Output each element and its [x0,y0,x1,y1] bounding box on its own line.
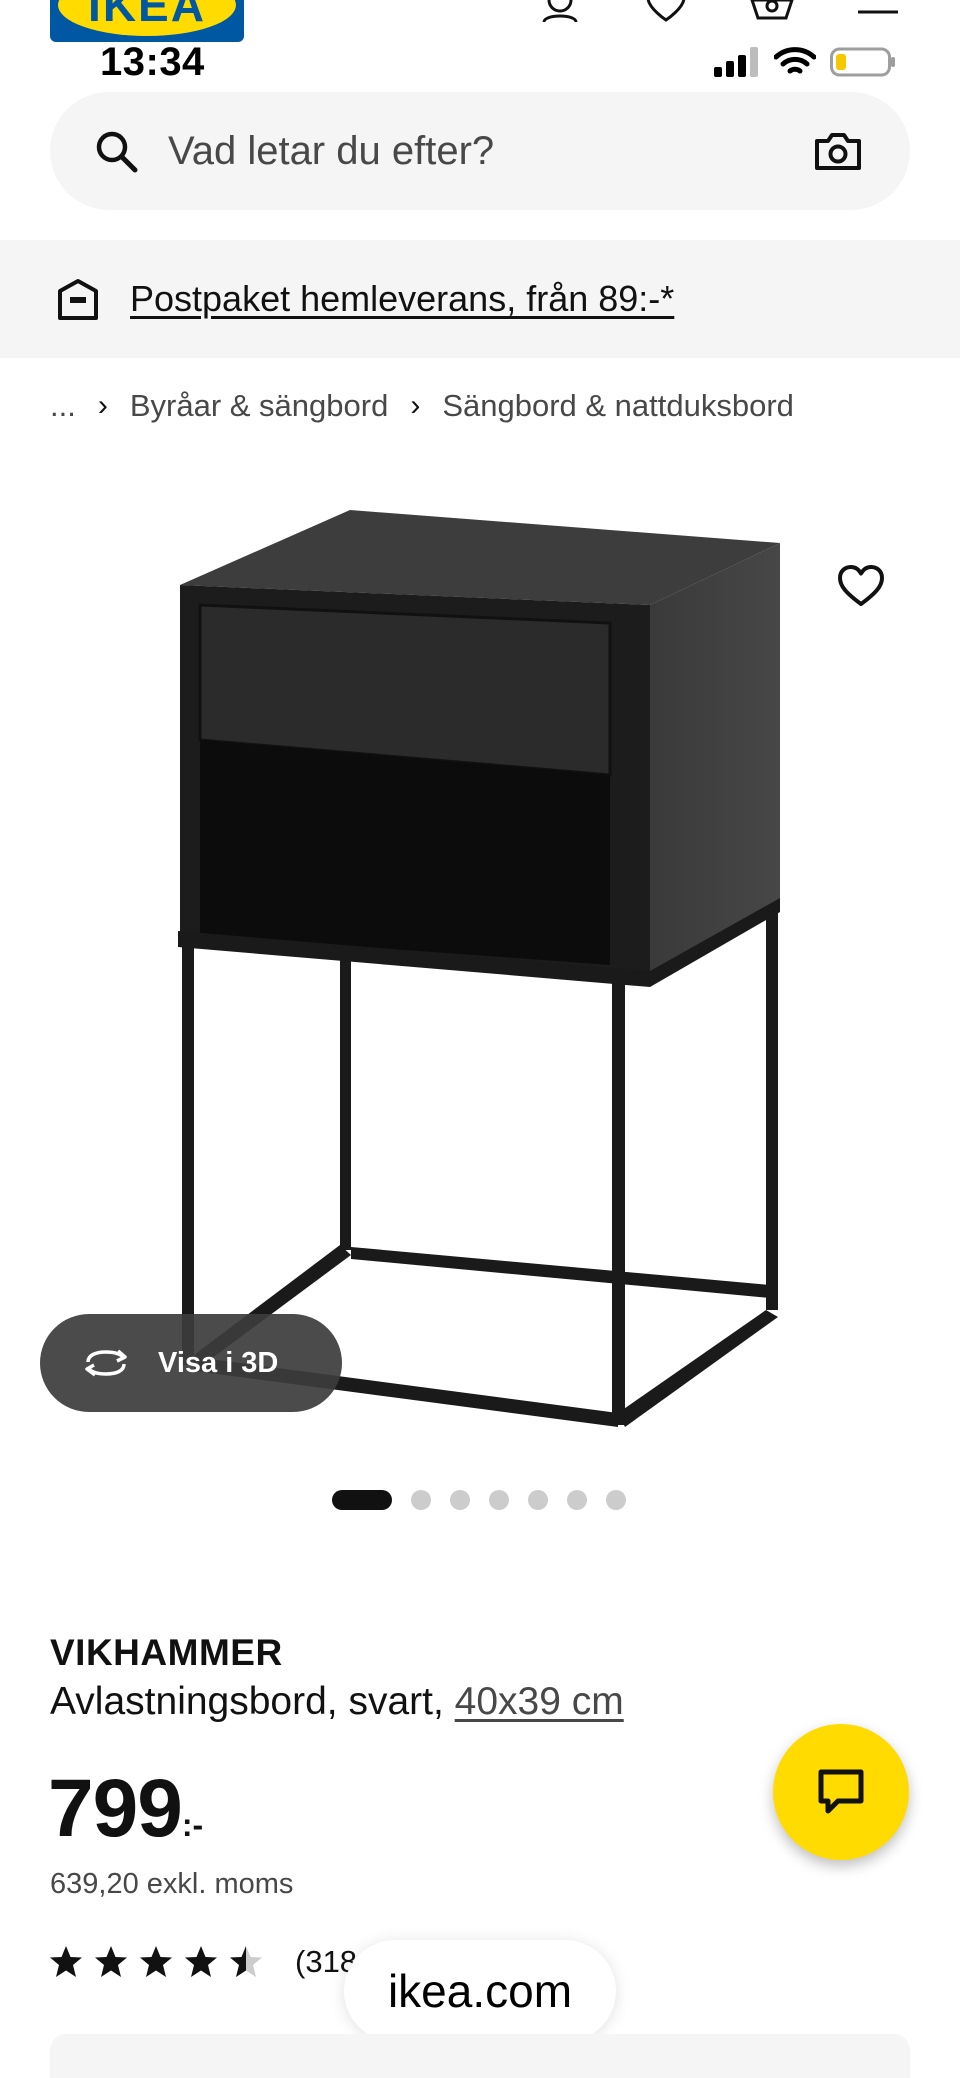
chat-button[interactable] [773,1724,909,1860]
chevron-right-icon: › [410,389,421,422]
product-description: Avlastningsbord, svart, 40x39 cm [50,1680,624,1724]
product-size-link[interactable]: 40x39 cm [455,1680,624,1723]
star-icon [140,1946,172,1977]
status-time: 13:34 [100,40,205,84]
star-icon [185,1946,217,1977]
search-bar[interactable] [50,92,910,210]
battery-icon [830,47,895,77]
person-icon[interactable] [538,0,582,22]
header-icons [538,0,900,22]
carousel-dot-2[interactable] [411,1490,431,1510]
delivery-banner[interactable]: Postpaket hemleverans, från 89:-* [0,240,960,358]
price-suffix: :- [181,1807,204,1843]
wifi-icon [774,47,816,74]
product-name: VIKHAMMER [50,1632,283,1673]
price-integer: 799 [48,1763,183,1854]
breadcrumb-ellipsis[interactable]: ... [50,388,76,424]
menu-icon[interactable] [856,0,900,22]
chevron-right-icon: › [97,389,108,422]
heart-icon[interactable] [644,0,688,22]
product-rating[interactable]: (318 [48,1944,357,1980]
carousel-dot-7[interactable] [606,1490,626,1510]
search-input[interactable] [168,128,814,174]
star-icon [50,1946,82,1977]
cellular-signal-icon [714,47,758,77]
carousel-dot-4[interactable] [489,1490,509,1510]
delivery-box-icon [58,279,98,320]
basket-icon[interactable] [750,0,794,22]
carousel-dot-3[interactable] [450,1490,470,1510]
rotate-3d-icon [85,1349,127,1377]
logo-text: IKEA [88,0,206,31]
browser-url-pill[interactable]: ikea.com [344,1940,616,2042]
view-3d-label: Visa i 3D [158,1346,279,1379]
breadcrumb: ... › Byråar & sängbord › Sängbord & nat… [50,388,794,424]
chat-bubble-icon [818,1769,864,1814]
carousel-dot-5[interactable] [528,1490,548,1510]
product-type: Avlastningsbord, svart, [50,1680,444,1723]
delivery-banner-link[interactable]: Postpaket hemleverans, från 89:-* [130,278,674,320]
breadcrumb-item-nightstands[interactable]: Sängbord & nattduksbord [442,388,794,424]
star-icon [95,1946,127,1977]
ikea-logo[interactable]: IKEA [50,0,244,42]
price-excl-vat: 639,20 exkl. moms [50,1868,294,1900]
bottom-card [50,2034,910,2078]
half-star-icon [230,1946,262,1977]
status-indicators [714,46,896,78]
carousel-dot-6[interactable] [567,1490,587,1510]
image-carousel-indicators [332,1490,626,1510]
breadcrumb-item-dressers[interactable]: Byråar & sängbord [130,388,388,424]
search-icon [96,131,138,173]
favorite-heart-icon[interactable] [836,562,886,612]
product-price: 799:- [48,1762,203,1856]
view-3d-button[interactable]: Visa i 3D [40,1314,342,1412]
carousel-dot-1[interactable] [332,1490,392,1510]
camera-icon[interactable] [814,131,862,171]
product-image[interactable] [160,495,800,1440]
